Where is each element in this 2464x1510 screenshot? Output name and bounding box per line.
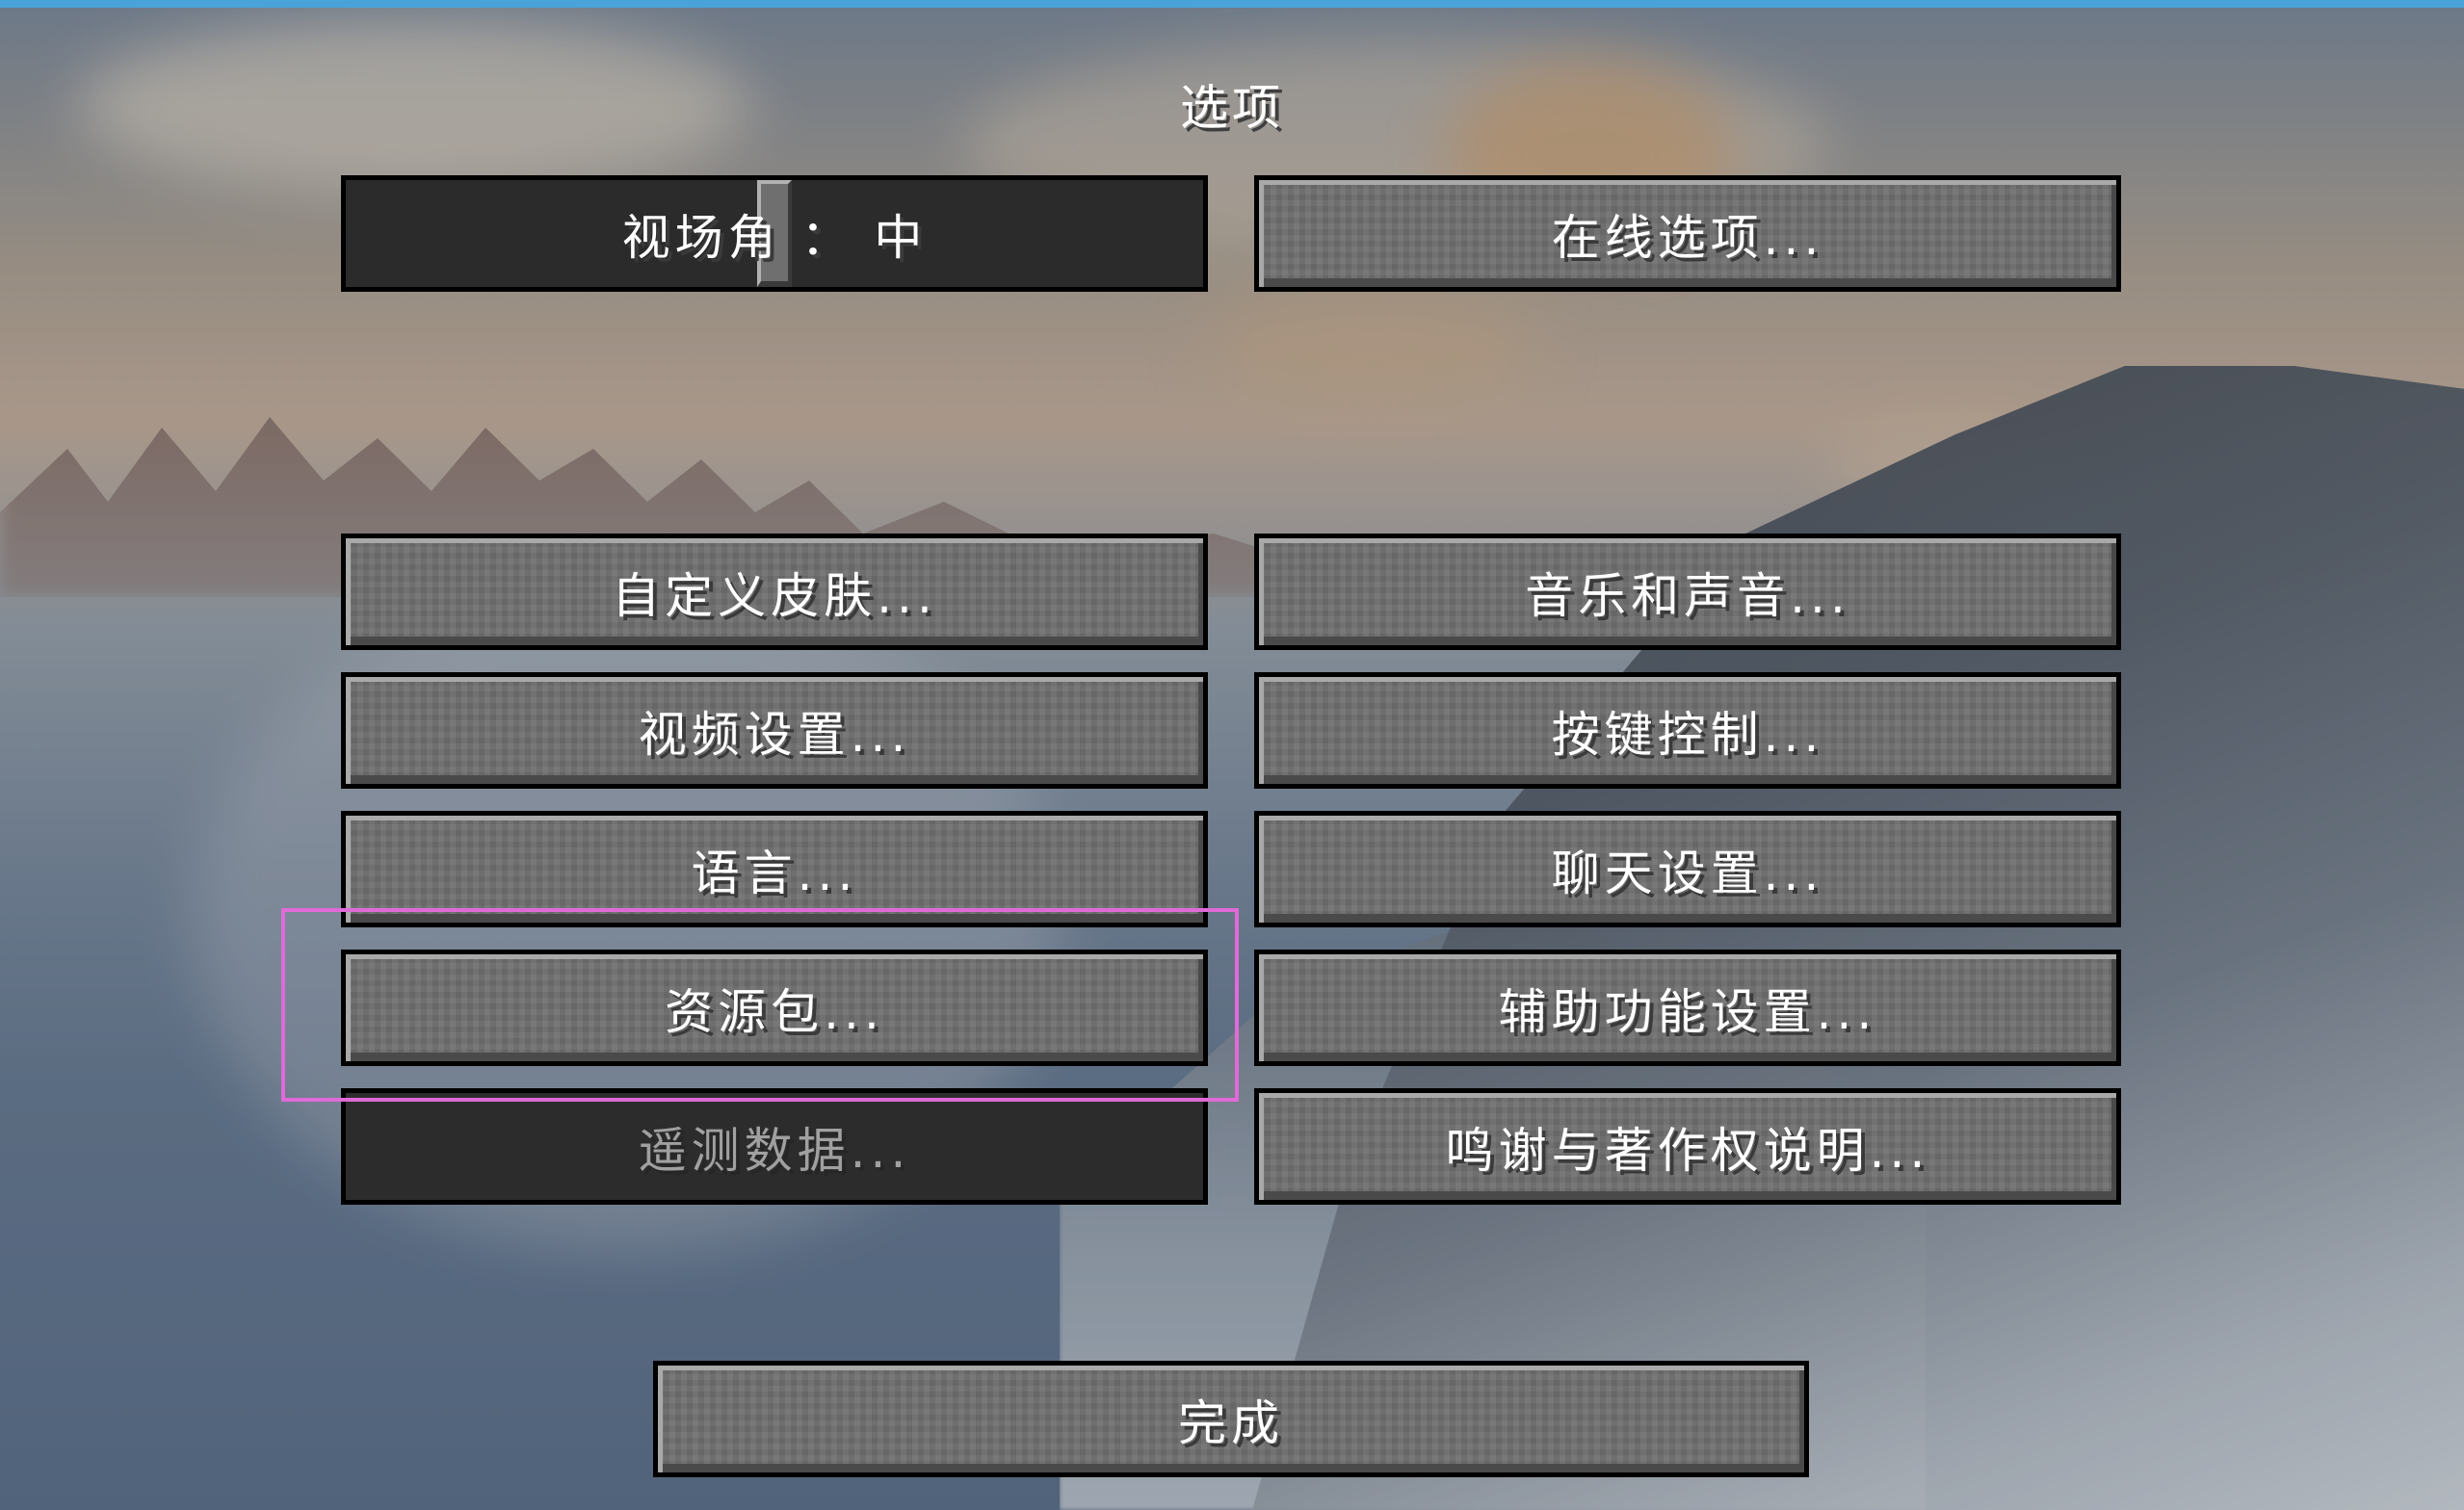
fov-slider-separator: ： — [800, 209, 854, 266]
fov-slider-value: 中 — [874, 209, 928, 266]
window-top-border — [0, 0, 2464, 8]
controls-button[interactable]: 按键控制... — [1254, 672, 2121, 789]
video-settings-button[interactable]: 视频设置... — [341, 672, 1208, 789]
fov-slider-label: 视场角 — [621, 209, 781, 266]
fov-slider-text: 视场角 ： 中 — [622, 199, 928, 269]
fov-slider[interactable]: 视场角 ： 中 — [341, 175, 1208, 292]
accessibility-settings-button[interactable]: 辅助功能设置... — [1254, 950, 2121, 1066]
music-sound-button[interactable]: 音乐和声音... — [1254, 534, 2121, 650]
telemetry-button: 遥测数据... — [341, 1088, 1208, 1205]
customize-skin-button[interactable]: 自定义皮肤... — [341, 534, 1208, 650]
done-button[interactable]: 完成 — [653, 1361, 1809, 1477]
online-options-button[interactable]: 在线选项... — [1254, 175, 2121, 292]
options-screen: 选项 视场角 ： 中 在线选项... 自定义皮肤... 音乐和声音... 视频设… — [0, 0, 2464, 1510]
screen-title: 选项 — [1180, 80, 1284, 136]
language-button[interactable]: 语言... — [341, 811, 1208, 927]
resource-packs-button[interactable]: 资源包... — [341, 950, 1208, 1066]
chat-settings-button[interactable]: 聊天设置... — [1254, 811, 2121, 927]
credits-button[interactable]: 鸣谢与著作权说明... — [1254, 1088, 2121, 1205]
